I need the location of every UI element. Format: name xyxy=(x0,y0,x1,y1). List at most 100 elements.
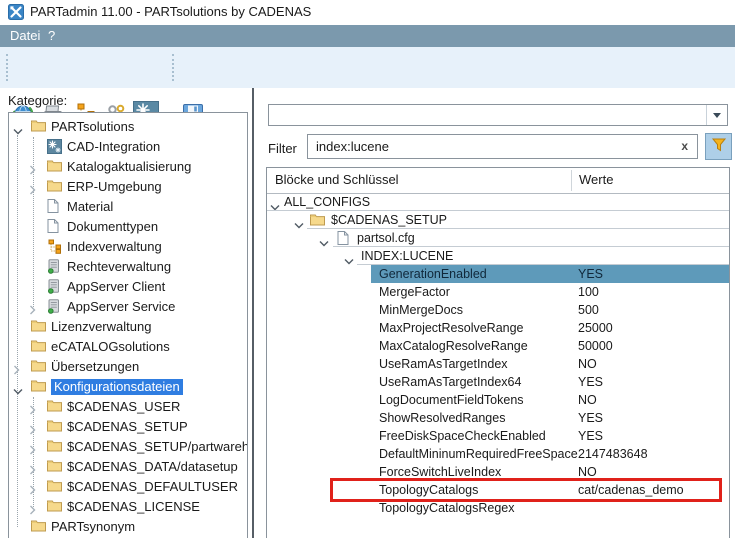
config-block-row[interactable]: $CADENAS_SETUP xyxy=(267,211,729,229)
key-label: UseRamAsTargetIndex64 xyxy=(379,375,521,389)
sidebar-item-label: $CADENAS_SETUP xyxy=(67,419,188,435)
sidebar-item-konfigurationsdateien[interactable]: Konfigurationsdateien xyxy=(9,377,247,397)
sidebar-item-katalogaktualisierung[interactable]: Katalogaktualisierung xyxy=(9,157,247,177)
chevron-right-icon[interactable] xyxy=(29,162,41,174)
sidebar-item-label: Katalogaktualisierung xyxy=(67,159,191,175)
sidebar-item-partsolutions[interactable]: PARTsolutions xyxy=(9,117,247,137)
key-value: YES xyxy=(578,411,603,425)
folder-icon xyxy=(47,159,63,175)
config-key-row[interactable]: MaxProjectResolveRange25000 xyxy=(267,319,729,337)
config-block-row[interactable]: ALL_CONFIGS xyxy=(267,193,729,211)
config-key-row[interactable]: MinMergeDocs500 xyxy=(267,301,729,319)
index-icon xyxy=(47,239,63,255)
config-key-row[interactable]: LogDocumentFieldTokens NO xyxy=(267,391,729,409)
key-label: LogDocumentFieldTokens xyxy=(379,393,524,407)
sidebar-item-indexverwaltung[interactable]: Indexverwaltung xyxy=(9,237,247,257)
config-key-row[interactable]: UseRamAsTargetIndex64YES xyxy=(267,373,729,391)
sidebar-item-label: AppServer Client xyxy=(67,279,165,295)
sidebar-item--cadenas-license[interactable]: $CADENAS_LICENSE xyxy=(9,497,247,517)
config-key-row[interactable]: UseRamAsTargetIndexNO xyxy=(267,355,729,373)
chevron-right-icon[interactable] xyxy=(29,442,41,454)
folder-icon xyxy=(31,359,47,375)
sidebar-item-lizenzverwaltung[interactable]: Lizenzverwaltung xyxy=(9,317,247,337)
block-label: ALL_CONFIGS xyxy=(284,195,370,209)
sidebar-item--cadenas-data-datasetup[interactable]: $CADENAS_DATA/datasetup xyxy=(9,457,247,477)
sidebar-item-erp-umgebung[interactable]: ERP-Umgebung xyxy=(9,177,247,197)
config-key-row[interactable]: MaxCatalogResolveRange50000 xyxy=(267,337,729,355)
sidebar-item-label: Rechteverwaltung xyxy=(67,259,171,275)
key-label: FreeDiskSpaceCheckEnabled xyxy=(379,429,546,443)
sidebar-item-appserver-client[interactable]: AppServer Client xyxy=(9,277,247,297)
chevron-right-icon[interactable] xyxy=(29,402,41,414)
sidebar-item-label: ERP-Umgebung xyxy=(67,179,162,195)
folder-icon xyxy=(47,419,63,435)
block-label: partsol.cfg xyxy=(357,231,415,245)
chevron-right-icon[interactable] xyxy=(29,422,41,434)
chevron-down-icon xyxy=(713,113,721,118)
folder-icon xyxy=(47,459,63,475)
key-label: MergeFactor xyxy=(379,285,450,299)
menu-help[interactable]: ? xyxy=(48,28,55,43)
key-label: ShowResolvedRanges xyxy=(379,411,505,425)
folder-icon xyxy=(47,479,63,495)
key-value: 100 xyxy=(578,285,599,299)
key-value: NO xyxy=(578,393,597,407)
sidebar-item-appserver-service[interactable]: AppServer Service xyxy=(9,297,247,317)
key-value: NO xyxy=(578,465,597,479)
chevron-right-icon[interactable] xyxy=(29,182,41,194)
document-icon xyxy=(47,199,63,215)
chevron-down-icon[interactable] xyxy=(13,122,25,134)
panel-splitter[interactable] xyxy=(252,88,254,538)
filter-clear-button[interactable]: x xyxy=(681,139,688,153)
sidebar-item--cadenas-setup-partwarehou[interactable]: $CADENAS_SETUP/partwarehou xyxy=(9,437,247,457)
sidebar-item-label: $CADENAS_USER xyxy=(67,399,180,415)
config-key-row[interactable]: FreeDiskSpaceCheckEnabledYES xyxy=(267,427,729,445)
apply-filter-button[interactable] xyxy=(705,133,732,160)
document-icon xyxy=(337,231,352,245)
sidebar-item-label: $CADENAS_SETUP/partwarehou xyxy=(67,439,248,455)
sidebar-item-ecatalogsolutions[interactable]: eCATALOGsolutions xyxy=(9,337,247,357)
sidebar-item-cad-integration[interactable]: CAD-Integration xyxy=(9,137,247,157)
server-icon xyxy=(47,299,63,315)
config-key-row[interactable]: DefaultMininumRequiredFreeSpace214748364… xyxy=(267,445,729,463)
config-block-row[interactable]: INDEX:LUCENE xyxy=(267,247,729,265)
sidebar-item-dokumenttypen[interactable]: Dokumenttypen xyxy=(9,217,247,237)
folder-icon xyxy=(47,499,63,515)
filter-input[interactable]: index:lucene x xyxy=(307,134,698,159)
column-divider[interactable] xyxy=(571,170,572,191)
toolbar-grip xyxy=(172,54,174,81)
config-key-row[interactable]: MergeFactor 100 xyxy=(267,283,729,301)
chevron-down-icon[interactable] xyxy=(13,382,25,394)
block-label: $CADENAS_SETUP xyxy=(331,213,447,227)
chevron-right-icon[interactable] xyxy=(29,482,41,494)
sidebar-item-label: PARTsynonym xyxy=(51,519,135,535)
column-header-values[interactable]: Werte xyxy=(579,172,613,187)
config-file-combobox[interactable] xyxy=(268,104,728,126)
chevron-right-icon[interactable] xyxy=(29,502,41,514)
toolbar xyxy=(0,47,735,88)
key-label: MinMergeDocs xyxy=(379,303,463,317)
sidebar-item--cadenas-defaultuser[interactable]: $CADENAS_DEFAULTUSER xyxy=(9,477,247,497)
key-value: NO xyxy=(578,357,597,371)
filter-funnel-icon xyxy=(711,137,727,156)
chevron-right-icon[interactable] xyxy=(29,462,41,474)
config-block-row[interactable]: partsol.cfg xyxy=(267,229,729,247)
key-label: DefaultMininumRequiredFreeSpace xyxy=(379,447,578,461)
config-key-row[interactable]: ShowResolvedRanges YES xyxy=(267,409,729,427)
combobox-dropdown-button[interactable] xyxy=(706,105,727,125)
config-key-row[interactable]: GenerationEnabledYES xyxy=(267,265,729,283)
sidebar-item-material[interactable]: Material xyxy=(9,197,247,217)
sidebar-item-partsynonym[interactable]: PARTsynonym xyxy=(9,517,247,537)
sidebar-item-label: PARTsolutions xyxy=(51,119,134,135)
sidebar-item-rechteverwaltung[interactable]: Rechteverwaltung xyxy=(9,257,247,277)
sidebar-item--cadenas-setup[interactable]: $CADENAS_SETUP xyxy=(9,417,247,437)
sidebar-item--bersetzungen[interactable]: Übersetzungen xyxy=(9,357,247,377)
chevron-right-icon[interactable] xyxy=(29,302,41,314)
sidebar-item--cadenas-user[interactable]: $CADENAS_USER xyxy=(9,397,247,417)
app-icon xyxy=(8,4,24,20)
sidebar-item-label: Material xyxy=(67,199,113,215)
title-bar: PARTadmin 11.00 - PARTsolutions by CADEN… xyxy=(0,0,735,25)
menu-datei[interactable]: Datei xyxy=(10,28,40,43)
chevron-right-icon[interactable] xyxy=(13,362,25,374)
column-header-blocks-keys[interactable]: Blöcke und Schlüssel xyxy=(275,172,399,187)
